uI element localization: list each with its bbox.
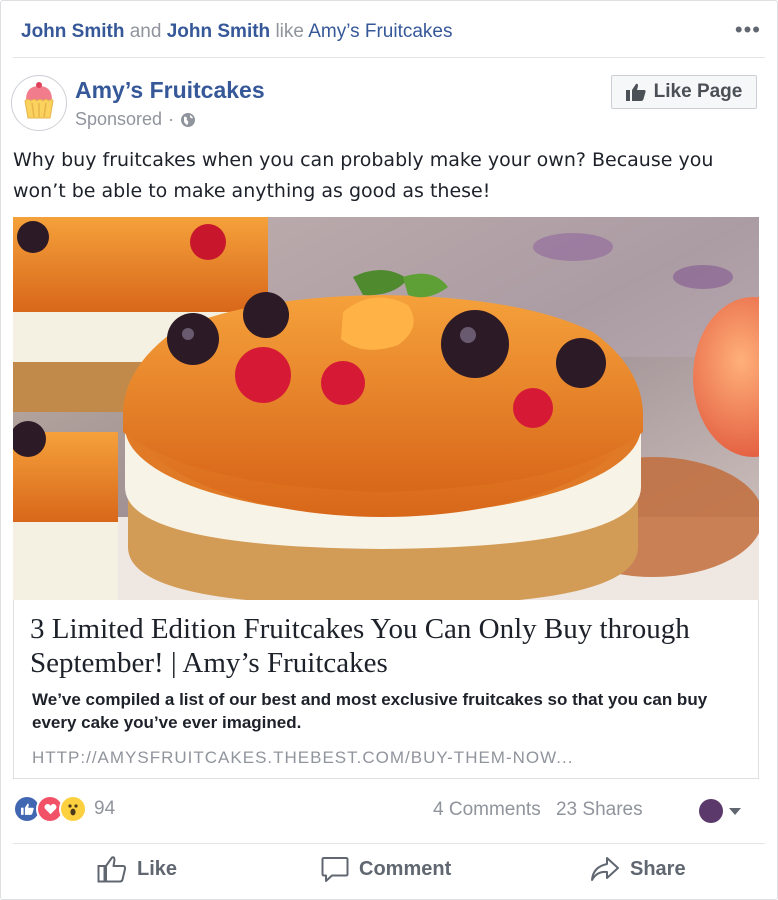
viewer-selector[interactable] bbox=[699, 799, 741, 823]
comment-button[interactable]: Comment bbox=[321, 855, 451, 883]
reactions-summary[interactable]: 94 bbox=[13, 795, 115, 823]
friend-link-1[interactable]: John Smith bbox=[21, 21, 124, 42]
actions-divider bbox=[13, 843, 765, 844]
like-label: Like bbox=[137, 857, 178, 880]
like-button[interactable]: Like bbox=[97, 855, 177, 883]
share-label: Share bbox=[630, 857, 686, 880]
friend-link-2[interactable]: John Smith bbox=[167, 21, 270, 42]
link-url[interactable]: HTTP://AMYSFRUITCAKES.THEBEST.COM/BUY-TH… bbox=[32, 748, 573, 768]
engagement-stats: 4 Comments 23 Shares bbox=[433, 799, 653, 821]
thumbs-up-outline-icon bbox=[97, 856, 127, 883]
social-verb: like bbox=[275, 21, 304, 42]
like-page-button[interactable]: Like Page bbox=[611, 75, 757, 109]
social-connector: and bbox=[129, 21, 162, 42]
shares-count[interactable]: 23 Shares bbox=[556, 799, 643, 820]
cupcake-logo-icon bbox=[24, 82, 54, 119]
sponsored-post-card: John Smith and John Smith like Amy’s Fru… bbox=[0, 0, 778, 900]
thumbs-up-icon bbox=[625, 83, 646, 101]
wow-reaction-icon bbox=[59, 795, 87, 823]
like-page-label: Like Page bbox=[653, 81, 743, 102]
more-options-icon[interactable]: ••• bbox=[735, 17, 761, 43]
viewer-avatar bbox=[699, 799, 723, 823]
comment-label: Comment bbox=[359, 857, 452, 880]
page-name-link[interactable]: Amy’s Fruitcakes bbox=[75, 77, 265, 104]
comment-icon bbox=[321, 857, 349, 882]
sponsored-line: Sponsored · bbox=[75, 109, 196, 130]
caret-down-icon bbox=[729, 807, 741, 815]
link-title[interactable]: 3 Limited Edition Fruitcakes You Can Onl… bbox=[30, 612, 740, 680]
page-avatar[interactable] bbox=[11, 75, 67, 131]
globe-icon bbox=[181, 112, 196, 127]
fruitcake-photo[interactable] bbox=[13, 217, 759, 600]
sponsored-label[interactable]: Sponsored bbox=[75, 109, 162, 130]
fruitcake-image bbox=[13, 217, 759, 600]
share-button[interactable]: Share bbox=[590, 855, 686, 883]
sponsored-separator: · bbox=[168, 109, 175, 129]
social-context: John Smith and John Smith like Amy’s Fru… bbox=[21, 21, 453, 43]
post-text: Why buy fruitcakes when you can probably… bbox=[13, 149, 714, 202]
header-divider bbox=[13, 57, 765, 58]
share-icon bbox=[591, 857, 619, 881]
link-preview[interactable]: 3 Limited Edition Fruitcakes You Can Onl… bbox=[13, 600, 759, 779]
page-link[interactable]: Amy’s Fruitcakes bbox=[308, 21, 452, 42]
link-description: We’ve compiled a list of our best and mo… bbox=[32, 690, 708, 732]
comments-count[interactable]: 4 Comments bbox=[433, 799, 541, 820]
reactions-count: 94 bbox=[94, 798, 116, 819]
